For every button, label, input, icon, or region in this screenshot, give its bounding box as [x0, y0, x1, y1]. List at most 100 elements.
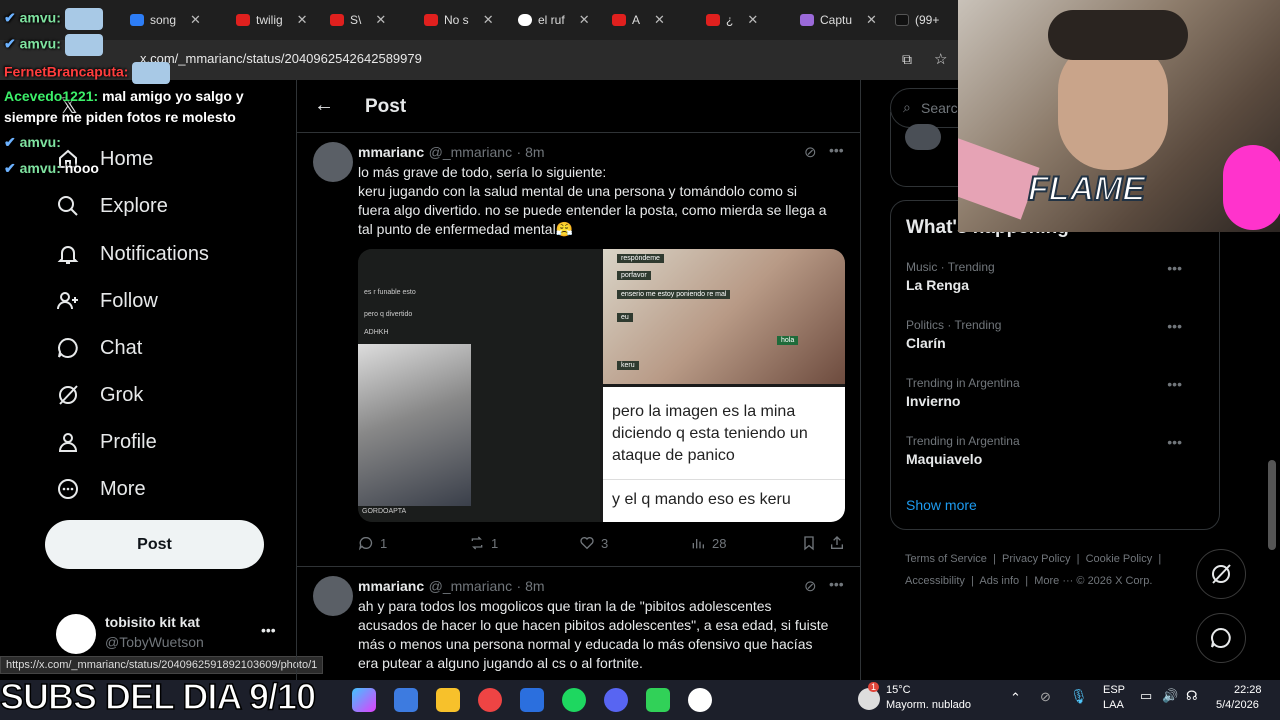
close-icon[interactable]: ✕	[483, 12, 494, 28]
trend-item[interactable]: Politics · Trending Clarín •••	[906, 318, 1206, 351]
language-layout[interactable]: LAA	[1103, 699, 1124, 711]
reply-button[interactable]: 1	[358, 535, 387, 551]
close-icon[interactable]: ✕	[866, 12, 877, 28]
bookmark-button[interactable]	[801, 535, 817, 551]
show-more-link[interactable]: Show more	[906, 497, 977, 513]
tweet-meta: mmarianc @_mmarianc · 8m	[358, 144, 545, 162]
bookmark-star-icon[interactable]: ☆	[934, 50, 947, 68]
copilot-icon[interactable]	[352, 688, 376, 712]
weather-temp[interactable]: 15°C	[886, 684, 911, 696]
tweet-author[interactable]: mmarianc	[358, 578, 424, 594]
share-button[interactable]	[829, 535, 845, 551]
tweet-handle[interactable]: @_mmarianc	[429, 144, 512, 160]
footer-link[interactable]: Accessibility	[905, 575, 965, 587]
nav-follow[interactable]: Follow	[56, 289, 158, 313]
trend-item[interactable]: Music · Trending La Renga •••	[906, 260, 1206, 293]
tweet-handle[interactable]: @_mmarianc	[429, 578, 512, 594]
tweet[interactable]: mmarianc @_mmarianc · 8m ⊘ ••• ah y para…	[297, 568, 860, 680]
avatar[interactable]	[313, 142, 353, 182]
volume-icon[interactable]: 🔊	[1162, 688, 1178, 704]
back-arrow-icon[interactable]: ←	[314, 94, 334, 117]
embedded-screenshot	[358, 344, 471, 506]
outlook-icon[interactable]	[394, 688, 418, 712]
mic-icon[interactable]: 🎙	[1070, 688, 1088, 705]
avatar[interactable]	[905, 124, 941, 150]
avatar[interactable]	[313, 576, 353, 616]
network-icon[interactable]: ⊘	[1040, 689, 1051, 705]
chevron-up-icon[interactable]: ⌃	[1010, 690, 1021, 706]
account-switcher[interactable]: tobisito kit kat @TobyWuetson •••	[56, 610, 286, 660]
close-icon[interactable]: ✕	[654, 12, 665, 28]
more-dots-icon[interactable]: •••	[829, 576, 844, 592]
clock-time[interactable]: 22:28	[1234, 684, 1262, 696]
more-dots-icon[interactable]: •••	[1167, 376, 1182, 392]
folder-icon[interactable]	[436, 688, 460, 712]
more-dots-icon[interactable]: •••	[829, 142, 844, 158]
tab-tiktok[interactable]: (99+	[895, 8, 939, 32]
spotify-icon[interactable]	[562, 688, 586, 712]
language-code[interactable]: ESP	[1103, 684, 1125, 696]
tab-no-s[interactable]: No s ✕	[424, 8, 494, 32]
grok-icon[interactable]: ⊘	[804, 143, 817, 161]
footer-link[interactable]: Cookie Policy	[1086, 553, 1153, 565]
close-icon[interactable]: ✕	[375, 12, 386, 28]
obs-icon[interactable]	[688, 688, 712, 712]
post-button[interactable]: Post	[45, 520, 264, 569]
discord-icon[interactable]	[604, 688, 628, 712]
footer-link[interactable]: More ···	[1034, 575, 1073, 587]
more-dots-icon[interactable]: •••	[1167, 434, 1182, 450]
nav-explore[interactable]: Explore	[56, 194, 168, 218]
nav-more[interactable]: More	[56, 477, 146, 501]
store-icon[interactable]	[520, 688, 544, 712]
more-dots-icon[interactable]: •••	[1167, 318, 1182, 334]
tweet-image-right-bottom[interactable]: pero la imagen es la mina diciendo q est…	[603, 387, 845, 522]
clock-date[interactable]: 5/4/2026	[1216, 699, 1259, 711]
nav-profile[interactable]: Profile	[56, 430, 157, 454]
views-button[interactable]: 28	[690, 535, 726, 551]
close-icon[interactable]: ✕	[747, 12, 758, 28]
tab-a[interactable]: A ✕	[612, 8, 665, 32]
close-icon[interactable]: ✕	[190, 12, 201, 28]
more-dots-icon[interactable]: •••	[1167, 260, 1182, 276]
kick-icon[interactable]	[646, 688, 670, 712]
emote-icon	[64, 8, 103, 30]
close-icon[interactable]: ✕	[297, 12, 308, 28]
trend-item[interactable]: Trending in Argentina Maquiavelo •••	[906, 434, 1206, 467]
close-icon[interactable]: ✕	[579, 12, 590, 28]
weather-desc[interactable]: Mayorm. nublado	[886, 699, 971, 711]
nav-chat[interactable]: Chat	[56, 336, 142, 360]
tweet-image-right-top[interactable]: respóndeme porfavor enserio me estoy pon…	[603, 249, 845, 384]
weather-icon[interactable]	[858, 688, 880, 710]
headset-icon[interactable]: ☊	[1186, 688, 1198, 704]
tab-twilig[interactable]: twilig ✕	[236, 8, 308, 32]
tweet[interactable]: mmarianc @_mmarianc · 8m ⊘ ••• lo más gr…	[297, 134, 860, 567]
tab-s[interactable]: S\ ✕	[330, 8, 386, 32]
tab-song[interactable]: song ✕	[130, 8, 201, 32]
nav-notifications[interactable]: Notifications	[56, 242, 209, 266]
install-icon[interactable]: ⧉	[902, 51, 912, 68]
footer-link[interactable]: Ads info	[979, 575, 1019, 587]
like-button[interactable]: 3	[579, 535, 608, 551]
tab-question[interactable]: ¿ ✕	[706, 8, 758, 32]
tweet-time[interactable]: · 8m	[517, 144, 545, 160]
trend-item[interactable]: Trending in Argentina Invierno •••	[906, 376, 1206, 409]
tab-el-ruf[interactable]: el ruf ✕	[518, 8, 590, 32]
footer-link[interactable]: Terms of Service	[905, 553, 987, 565]
repost-button[interactable]: 1	[469, 535, 498, 551]
tweet-media[interactable]: es r funable esto pero q divertido ADHKH…	[358, 249, 845, 522]
scrollbar[interactable]	[1268, 460, 1276, 550]
chrome-icon[interactable]	[478, 688, 502, 712]
footer-link[interactable]: Privacy Policy	[1002, 553, 1070, 565]
grok-icon[interactable]: ⊘	[804, 577, 817, 595]
nav-grok[interactable]: Grok	[56, 383, 143, 407]
tweet-image-left[interactable]: es r funable esto pero q divertido ADHKH…	[358, 249, 600, 522]
tab-captu[interactable]: Captu ✕	[800, 8, 877, 32]
url-text[interactable]: x.com/_mmarianc/status/20409625426425899…	[140, 51, 422, 66]
display-icon[interactable]: ▭	[1140, 688, 1152, 704]
grok-floating-button[interactable]	[1196, 549, 1246, 599]
tweet-author[interactable]: mmarianc	[358, 144, 424, 160]
more-dots-icon[interactable]: •••	[261, 622, 276, 638]
chat-line: FernetBrancaputa:	[4, 62, 171, 84]
tweet-time[interactable]: · 8m	[517, 578, 545, 594]
messages-floating-button[interactable]	[1196, 613, 1246, 663]
